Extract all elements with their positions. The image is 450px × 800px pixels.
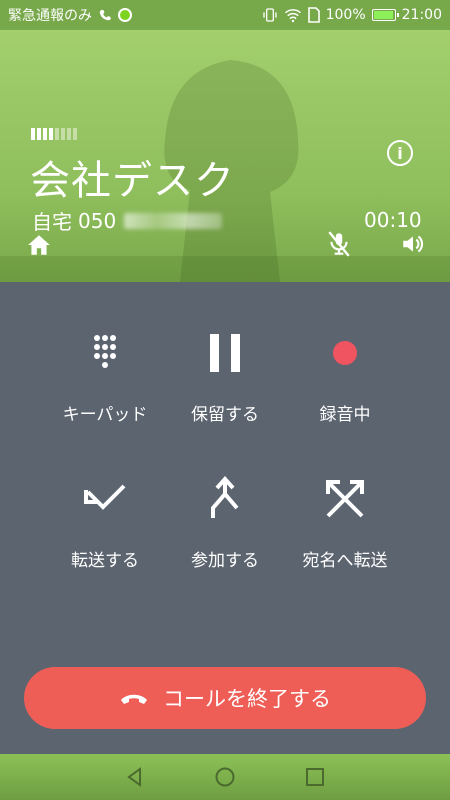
signal-bar: [43, 128, 47, 140]
status-right: 100% 21:00: [262, 7, 442, 23]
wifi-icon: [284, 9, 301, 23]
call-header: 会社デスク i 自宅 050 00:10: [0, 30, 450, 282]
info-icon[interactable]: i: [387, 140, 413, 166]
masked-number: [124, 212, 223, 229]
swap-arrows-icon: [326, 480, 364, 518]
forward-button[interactable]: 宛名へ転送: [275, 476, 415, 571]
record-icon: [333, 341, 357, 365]
signal-bar: [61, 128, 65, 140]
battery-icon: [371, 9, 399, 21]
signal-bar: [37, 128, 41, 140]
signal-bar: [49, 128, 53, 140]
vibrate-icon: [262, 8, 277, 22]
dialpad-icon: [94, 335, 116, 368]
home-icon[interactable]: [26, 232, 52, 258]
number-visible: 050: [78, 208, 117, 233]
navigation-bar: [0, 754, 450, 800]
contact-name: 会社デスク: [30, 158, 235, 204]
merge-icon: [211, 476, 239, 518]
mic-off-icon[interactable]: [326, 230, 352, 258]
clock: 21:00: [401, 7, 442, 23]
back-icon[interactable]: [124, 766, 146, 788]
call-duration: 00:10: [364, 208, 422, 232]
hold-button[interactable]: 保留する: [155, 330, 295, 425]
phone-screen: 緊急通報のみ 100% 21:00 会社デスク i 自宅 050 00:10 キ…: [0, 0, 450, 800]
recents-icon[interactable]: [304, 766, 326, 788]
battery-percent: 100%: [325, 7, 366, 23]
home-nav-icon[interactable]: [214, 766, 236, 788]
sim-icon: [307, 7, 320, 23]
call-quality-bars: [31, 128, 77, 140]
transfer-label: 転送する: [71, 551, 139, 571]
end-call-button[interactable]: コールを終了する: [24, 667, 426, 729]
phone-number-line: 自宅 050: [32, 206, 223, 235]
carrier-text: 緊急通報のみ: [8, 8, 92, 24]
pause-icon: [210, 334, 240, 372]
signal-bar: [67, 128, 71, 140]
join-label: 参加する: [191, 551, 259, 571]
signal-bar: [31, 128, 35, 140]
record-label: 録音中: [319, 405, 371, 425]
transfer-icon: [84, 484, 126, 510]
transfer-button[interactable]: 転送する: [35, 476, 175, 571]
signal-bar: [73, 128, 77, 140]
signal-bar: [55, 128, 59, 140]
keypad-label: キーパッド: [62, 405, 148, 425]
keypad-button[interactable]: キーパッド: [35, 330, 175, 425]
status-bar: 緊急通報のみ 100% 21:00: [0, 0, 450, 30]
join-button[interactable]: 参加する: [155, 476, 295, 571]
line-label: 自宅: [32, 210, 72, 234]
status-left: 緊急通報のみ: [8, 5, 132, 25]
forward-label: 宛名へ転送: [302, 551, 388, 571]
end-call-label: コールを終了する: [163, 687, 331, 711]
speaker-icon[interactable]: [400, 231, 426, 257]
header-action-strip: [0, 256, 450, 282]
hang-up-icon: [121, 694, 147, 704]
phone-status-icon: [99, 9, 111, 21]
hold-label: 保留する: [191, 405, 259, 425]
record-button[interactable]: 録音中: [275, 330, 415, 425]
active-call-dot-icon: [118, 8, 132, 22]
battery-level: [373, 11, 393, 19]
